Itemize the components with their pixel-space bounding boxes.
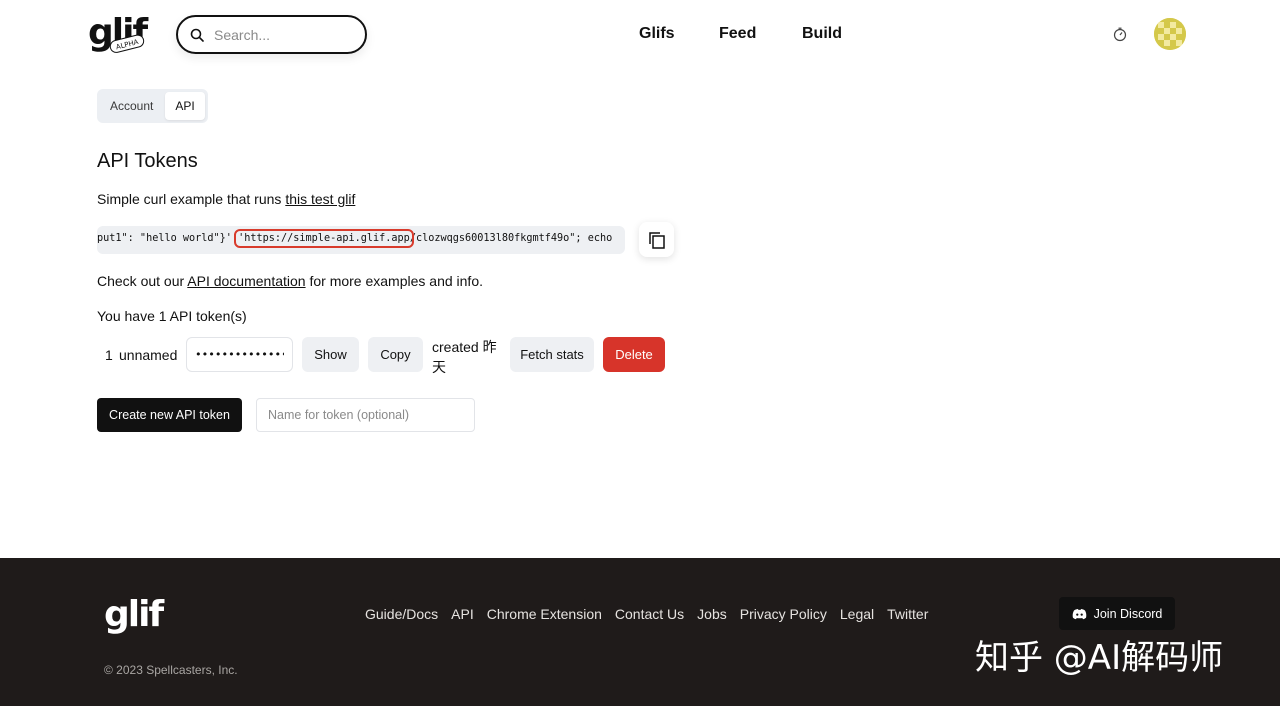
tab-account[interactable]: Account bbox=[100, 92, 163, 120]
test-glif-link[interactable]: this test glif bbox=[285, 191, 355, 207]
page-title: API Tokens bbox=[97, 150, 198, 172]
code-after: /clozwqgs60013l80fkgmtf49o"; echo bbox=[409, 233, 613, 244]
nav-glifs[interactable]: Glifs bbox=[639, 25, 675, 43]
tab-api[interactable]: API bbox=[165, 92, 205, 120]
fetch-stats-button[interactable]: Fetch stats bbox=[510, 337, 594, 372]
search-bar[interactable] bbox=[176, 15, 367, 54]
nav-build[interactable]: Build bbox=[802, 25, 842, 43]
timer-icon[interactable] bbox=[1112, 26, 1128, 42]
api-docs-link[interactable]: API documentation bbox=[187, 273, 305, 289]
settings-tabs: Account API bbox=[97, 89, 208, 123]
copy-code-button[interactable] bbox=[639, 222, 674, 257]
token-index: 1 bbox=[105, 347, 113, 363]
footer-link-contact[interactable]: Contact Us bbox=[615, 606, 684, 622]
curl-code: put1": "hello world"}' 'https://simple-a… bbox=[97, 229, 613, 248]
search-input[interactable] bbox=[214, 26, 354, 43]
search-icon bbox=[190, 28, 204, 42]
discord-label: Join Discord bbox=[1093, 606, 1163, 621]
create-token-button[interactable]: Create new API token bbox=[97, 398, 242, 432]
code-highlight: 'https://simple-api.glif.app bbox=[234, 229, 414, 248]
show-token-button[interactable]: Show bbox=[302, 337, 359, 372]
docs-text: Check out our API documentation for more… bbox=[97, 273, 483, 289]
footer-logo-wordmark: glif bbox=[104, 594, 164, 634]
footer-link-chrome-extension[interactable]: Chrome Extension bbox=[487, 606, 602, 622]
glif-logo[interactable]: glif ALPHA bbox=[88, 12, 162, 56]
footer-link-api[interactable]: API bbox=[451, 606, 474, 622]
docs-before: Check out our bbox=[97, 273, 188, 289]
footer-links: Guide/Docs API Chrome Extension Contact … bbox=[365, 606, 928, 622]
curl-intro: Simple curl example that runs bbox=[97, 191, 286, 207]
token-name: unnamed bbox=[119, 347, 178, 363]
avatar[interactable] bbox=[1154, 18, 1186, 50]
token-row: 1 unnamed Show Copy created 昨天 Fetch sta… bbox=[97, 337, 677, 375]
watermark-text: 知乎 @AI解码师 bbox=[975, 638, 1224, 678]
copyright: © 2023 Spellcasters, Inc. bbox=[104, 663, 238, 677]
join-discord-button[interactable]: Join Discord bbox=[1059, 597, 1175, 630]
code-before: put1": "hello world"}' bbox=[97, 233, 239, 244]
discord-icon bbox=[1072, 608, 1086, 619]
footer-link-privacy[interactable]: Privacy Policy bbox=[740, 606, 827, 622]
curl-code-block[interactable]: put1": "hello world"}' 'https://simple-a… bbox=[97, 226, 625, 254]
copy-token-button[interactable]: Copy bbox=[368, 337, 423, 372]
token-created: created 昨天 bbox=[432, 339, 497, 375]
token-count-text: You have 1 API token(s) bbox=[97, 308, 247, 324]
footer-logo[interactable]: glif bbox=[104, 592, 174, 635]
delete-token-button[interactable]: Delete bbox=[603, 337, 665, 372]
footer-link-jobs[interactable]: Jobs bbox=[697, 606, 727, 622]
docs-after: for more examples and info. bbox=[305, 273, 483, 289]
nav-feed[interactable]: Feed bbox=[719, 25, 756, 43]
copy-icon bbox=[648, 231, 665, 249]
footer-link-legal[interactable]: Legal bbox=[840, 606, 874, 622]
token-value-field[interactable] bbox=[186, 337, 293, 372]
footer: glif © 2023 Spellcasters, Inc. Guide/Doc… bbox=[0, 558, 1280, 706]
token-name-input[interactable] bbox=[256, 398, 475, 432]
footer-link-guide[interactable]: Guide/Docs bbox=[365, 606, 438, 622]
footer-link-twitter[interactable]: Twitter bbox=[887, 606, 928, 622]
curl-intro-text: Simple curl example that runs this test … bbox=[97, 191, 355, 207]
